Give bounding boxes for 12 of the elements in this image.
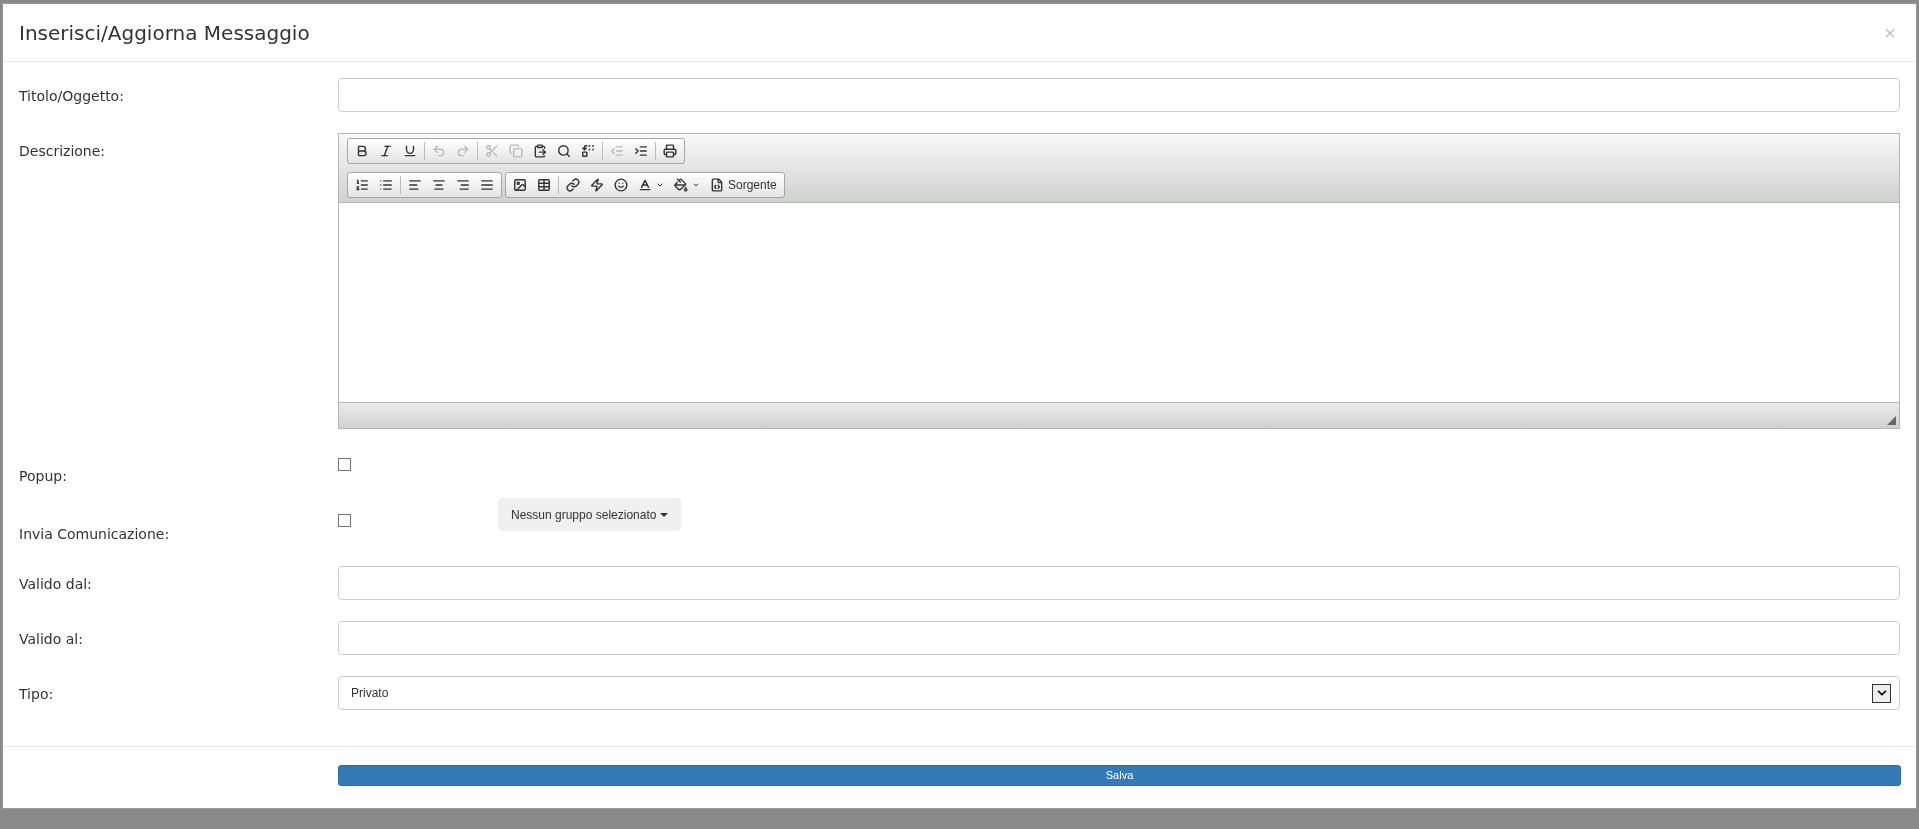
save-button[interactable]: Salva [338,764,1901,786]
field-label: Descrizione: [19,142,107,161]
group-dropdown-button[interactable]: Nessun gruppo selezionato [498,498,682,531]
field-label: Popup: [19,467,68,486]
field-label: Tipo: [19,685,55,704]
field-label: Valido al: [19,630,84,649]
dialog-title: Inserisci/Aggiorna Messaggio [19,19,310,47]
field-label: Valido dal: [19,575,93,594]
type-select[interactable]: Privato [338,676,1900,710]
toolbar-button[interactable]: Sorgente [705,174,782,196]
field-label: Invia Comunicazione: [19,525,171,544]
field-label: Titolo/Oggetto: [19,87,125,106]
